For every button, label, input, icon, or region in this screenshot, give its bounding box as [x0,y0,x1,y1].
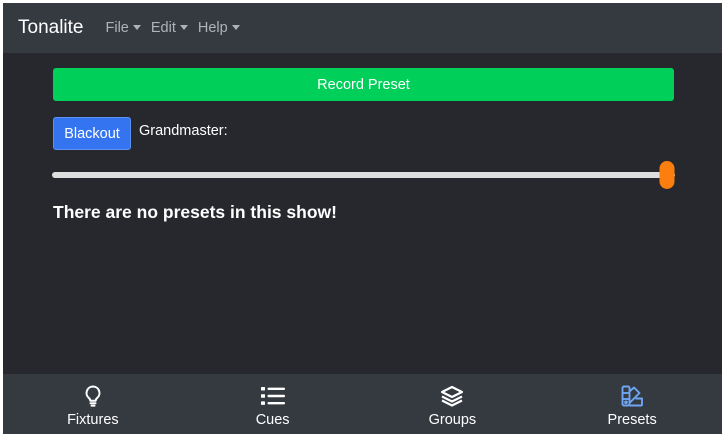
menu-help[interactable]: Help [198,20,240,36]
nav-item-label: Groups [428,412,477,428]
nav-item-groups[interactable]: Groups [363,374,543,434]
menu-edit-label: Edit [150,20,176,36]
bottom-navbar: Fixtures Cues Groups Presets [3,374,722,434]
menu-edit[interactable]: Edit [151,20,188,36]
empty-presets-message: There are no presets in this show! [53,202,337,222]
nav-item-label: Fixtures [67,412,119,428]
blackout-button[interactable]: Blackout [53,117,131,150]
caret-down-icon [132,24,141,30]
swatchbook-icon [621,384,644,408]
top-navbar: Tonalite File Edit Help [3,3,722,53]
nav-item-cues[interactable]: Cues [183,374,363,434]
app-window: Tonalite File Edit Help Record Preset Bl… [3,3,722,434]
layers-icon [440,384,464,408]
menu-file[interactable]: File [106,20,141,36]
nav-item-label: Cues [255,412,290,428]
list-icon [260,384,285,408]
menu-file-label: File [105,20,129,36]
slider-thumb[interactable] [659,161,675,189]
lightbulb-icon [84,384,102,408]
slider-track[interactable] [52,172,675,178]
grandmaster-slider[interactable] [52,161,675,189]
nav-item-fixtures[interactable]: Fixtures [3,374,183,434]
menu-help-label: Help [197,20,228,36]
nav-item-presets[interactable]: Presets [542,374,722,434]
nav-item-label: Presets [607,412,657,428]
caret-down-icon [179,24,188,30]
record-preset-button[interactable]: Record Preset [53,68,674,101]
grandmaster-label: Grandmaster: [139,123,228,139]
caret-down-icon [231,24,240,30]
brand[interactable]: Tonalite [18,17,84,39]
